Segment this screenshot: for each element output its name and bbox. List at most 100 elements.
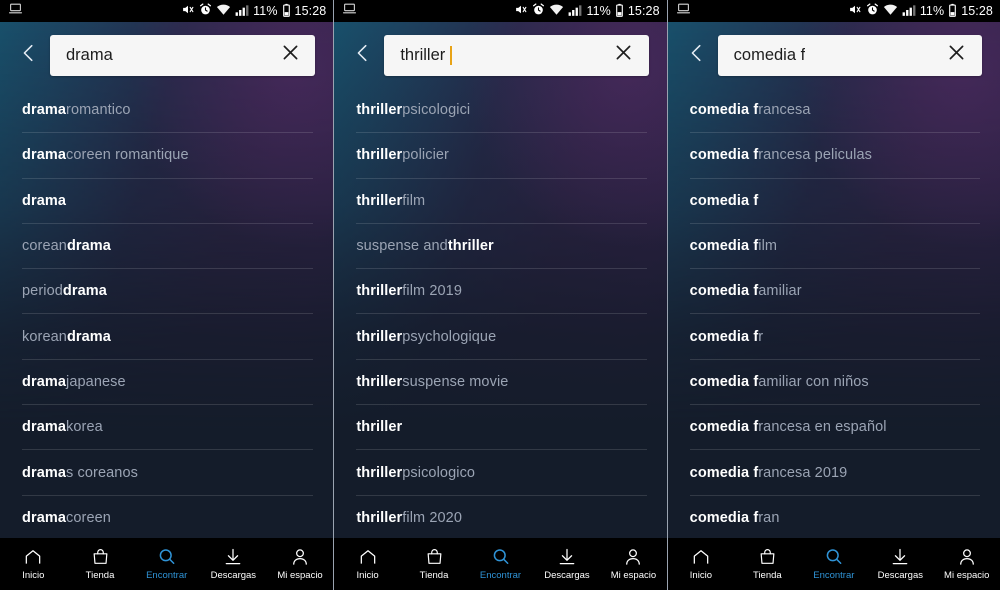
search-input[interactable]: comedia f: [717, 34, 982, 76]
nav-item-inicio[interactable]: Inicio: [334, 538, 400, 590]
suggestion-rest: psychologique: [402, 328, 497, 345]
back-button[interactable]: [12, 33, 46, 77]
nav-item-label: Tienda: [753, 570, 782, 582]
battery-percent-label: 11%: [253, 3, 278, 18]
suggestion-item[interactable]: thriller psicologico: [356, 450, 647, 496]
nav-item-label: Mi espacio: [944, 570, 990, 582]
clear-search-button[interactable]: [944, 42, 970, 68]
suggestion-item[interactable]: thriller film 2020: [356, 496, 647, 541]
suggestion-item[interactable]: comedia f amiliar: [689, 269, 980, 315]
suggestion-item[interactable]: comedia f amiliar con niños: [689, 360, 980, 406]
search-icon: [824, 547, 844, 567]
mute-icon: [848, 3, 862, 19]
search-icon: [491, 547, 511, 567]
suggestion-item[interactable]: comedia f ran: [689, 496, 980, 541]
search-input[interactable]: thriller: [384, 34, 649, 76]
three-phone-screenshots: 11% 15:28 drama drama romantico drama coreen…: [0, 0, 1000, 590]
home-icon: [691, 547, 711, 567]
search-input[interactable]: drama: [50, 34, 316, 76]
suggestion-list[interactable]: thriller psicologici thriller policier thr…: [334, 88, 666, 548]
laptop-icon: [676, 2, 691, 20]
close-icon: [280, 42, 301, 68]
battery-percent-label: 11%: [919, 3, 945, 18]
alarm-icon: [866, 3, 879, 19]
nav-item-inicio[interactable]: Inicio: [668, 538, 734, 590]
panel-thriller: 11% 15:28 thriller thriller psicologici thri…: [333, 0, 667, 590]
suggestion-item[interactable]: drama: [22, 179, 314, 224]
suggestion-item[interactable]: comedia f rancesa en español: [689, 405, 980, 451]
back-button[interactable]: [680, 33, 714, 77]
suggestion-rest: amiliar con niños: [758, 373, 869, 390]
suggestion-item[interactable]: drama coreen romantique: [22, 133, 314, 179]
suggestion-match: thriller: [356, 147, 403, 164]
suggestion-rest: film 2019: [402, 283, 462, 300]
nav-item-encontrar[interactable]: Encontrar: [133, 538, 200, 590]
battery-percent-label: 11%: [586, 3, 611, 18]
suggestion-match: thriller: [356, 373, 403, 390]
suggestion-list[interactable]: comedia f rancesa comedia f rancesa pelicul…: [668, 88, 1000, 548]
nav-item-mi-espacio[interactable]: Mi espacio: [267, 538, 334, 590]
suggestion-item[interactable]: thriller film 2019: [356, 269, 647, 315]
suggestion-item[interactable]: thriller film: [356, 179, 647, 224]
nav-item-label: Encontrar: [813, 570, 855, 582]
nav-item-mi-espacio[interactable]: Mi espacio: [934, 538, 1000, 590]
search-icon: [157, 547, 177, 567]
suggestion-item[interactable]: drama coreen: [22, 496, 314, 541]
status-bar: 11% 15:28: [334, 0, 667, 22]
suggestion-match: thriller: [356, 509, 403, 526]
nav-item-label: Descargas: [210, 570, 257, 582]
suggestion-match: drama: [22, 147, 67, 164]
nav-item-tienda[interactable]: Tienda: [67, 538, 134, 590]
clear-search-button[interactable]: [277, 42, 303, 68]
nav-item-descargas[interactable]: Descargas: [867, 538, 933, 590]
nav-item-descargas[interactable]: Descargas: [534, 538, 600, 590]
nav-item-mi-espacio[interactable]: Mi espacio: [600, 538, 666, 590]
suggestion-item[interactable]: comedia fr: [689, 314, 980, 360]
nav-item-tienda[interactable]: Tienda: [734, 538, 800, 590]
status-bar: 11% 15:28: [0, 0, 334, 22]
nav-item-tienda[interactable]: Tienda: [401, 538, 467, 590]
suggestion-item[interactable]: drama japanese: [22, 360, 314, 406]
suggestion-item[interactable]: thriller policier: [356, 133, 647, 179]
nav-item-encontrar[interactable]: Encontrar: [467, 538, 533, 590]
suggestion-item[interactable]: comedia f: [689, 179, 980, 224]
clock-label: 15:28: [961, 3, 993, 18]
suggestion-item[interactable]: corean drama: [22, 224, 314, 270]
nav-item-label: Encontrar: [146, 570, 188, 582]
suggestion-item[interactable]: comedia f rancesa: [689, 88, 980, 134]
suggestion-item[interactable]: korean drama: [22, 314, 314, 360]
suggestion-match: drama: [22, 464, 67, 481]
suggestion-rest: rancesa 2019: [758, 464, 848, 481]
suggestion-item[interactable]: comedia f rancesa 2019: [689, 450, 980, 496]
suggestion-match: thriller: [356, 328, 403, 345]
suggestion-item[interactable]: drama s coreanos: [22, 450, 314, 496]
suggestion-item[interactable]: thriller suspense movie: [356, 360, 647, 406]
nav-item-label: Descargas: [877, 570, 923, 582]
suggestion-item[interactable]: drama korea: [22, 405, 314, 451]
suggestion-list[interactable]: drama romantico drama coreen romantique dr…: [0, 88, 333, 548]
suggestion-item[interactable]: comedia f ilm: [689, 224, 980, 270]
suggestion-match: comedia f: [689, 373, 759, 390]
nav-item-label: Mi espacio: [277, 570, 323, 582]
close-icon: [946, 42, 967, 68]
suggestion-item[interactable]: drama romantico: [22, 88, 314, 134]
suggestion-item[interactable]: thriller psychologique: [356, 314, 647, 360]
suggestion-item[interactable]: thriller psicologici: [356, 88, 647, 134]
suggestion-item[interactable]: comedia f rancesa peliculas: [689, 133, 980, 179]
suggestion-rest: corean: [22, 238, 67, 255]
suggestion-rest: psicologico: [402, 464, 476, 481]
suggestion-item[interactable]: suspense and thriller: [356, 224, 647, 270]
suggestion-match: thriller: [447, 238, 494, 255]
suggestion-item[interactable]: period drama: [22, 269, 314, 315]
suggestion-item[interactable]: thriller: [356, 405, 647, 451]
suggestion-match: thriller: [356, 464, 403, 481]
nav-item-descargas[interactable]: Descargas: [200, 538, 267, 590]
back-button[interactable]: [346, 33, 380, 77]
wifi-icon: [216, 4, 231, 19]
nav-item-encontrar[interactable]: Encontrar: [801, 538, 867, 590]
clear-search-button[interactable]: [611, 42, 637, 68]
suggestion-match: comedia f: [689, 147, 759, 164]
search-query-text: drama: [66, 46, 113, 64]
nav-item-inicio[interactable]: Inicio: [0, 538, 67, 590]
nav-item-label: Descargas: [544, 570, 590, 582]
